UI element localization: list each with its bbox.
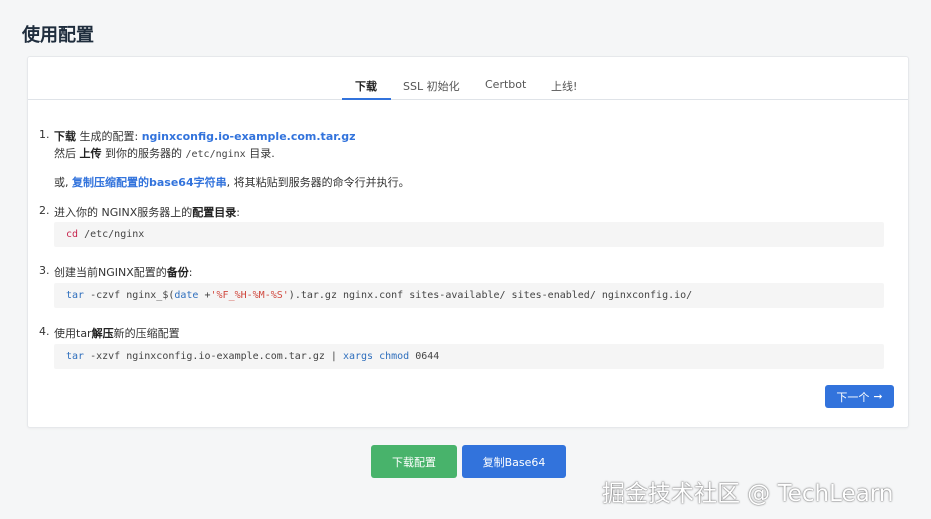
- step-3-number: 3.: [39, 264, 50, 277]
- tab-download[interactable]: 下载: [355, 78, 377, 94]
- step-1-number: 1.: [39, 128, 50, 141]
- active-tab-indicator: [342, 98, 391, 100]
- download-config-button[interactable]: 下载配置: [371, 445, 457, 478]
- step-4-text: 使用tar解压新的压缩配置: [54, 325, 180, 341]
- step-1-text-a: 生成的配置:: [76, 130, 142, 143]
- code-cmd-tar: tar: [66, 290, 85, 301]
- copy-base64-button[interactable]: 复制Base64: [462, 445, 566, 478]
- step-1-line-2: 然后 上传 到你的服务器的 /etc/nginx 目录.: [54, 145, 275, 161]
- backup-bold: 备份: [166, 266, 189, 279]
- code-chmod: chmod: [379, 351, 410, 362]
- code-backup-a: -czvf nginx_$(: [84, 290, 175, 301]
- download-config-label: 下载配置: [392, 455, 436, 469]
- step-4-label-a: 使用tar: [54, 327, 92, 340]
- copy-base64-label: 复制Base64: [482, 455, 546, 469]
- step-4-label-b: 新的压缩配置: [113, 327, 180, 340]
- tab-certbot[interactable]: Certbot: [485, 78, 526, 91]
- step-1-text-c: 目录.: [245, 147, 275, 160]
- next-button-label: 下一个: [836, 390, 870, 404]
- step-1-text-d: , 将其粘贴到服务器的命令行并执行。: [226, 176, 410, 189]
- upload-bold: 上传: [79, 147, 102, 160]
- code-backup-c: ).tar.gz nginx.conf sites-available/ sit…: [288, 290, 693, 301]
- tab-bar: 下载 SSL 初始化 Certbot 上线!: [28, 57, 908, 100]
- code-cmd-cd: cd: [66, 229, 79, 240]
- code-block-cd[interactable]: cd /etc/nginx: [54, 222, 884, 247]
- nginx-path: /etc/nginx: [185, 149, 246, 160]
- code-cd-rest: /etc/nginx: [78, 229, 145, 240]
- code-backup-b: +: [198, 290, 211, 301]
- extract-bold: 解压: [91, 327, 114, 340]
- arrow-right-icon: ➞: [873, 390, 883, 403]
- step-1-text-b: 到你的服务器的: [101, 147, 186, 160]
- config-card: 下载 SSL 初始化 Certbot 上线! 1. 下载 生成的配置: ngin…: [27, 56, 909, 428]
- tab-ssl-init[interactable]: SSL 初始化: [403, 78, 460, 94]
- code-cmd-tar-extract: tar: [66, 351, 85, 362]
- code-date-format: '%F_%H-%M-%S': [210, 290, 289, 301]
- watermark: 掘金技术社区 @ TechLearn: [602, 481, 894, 507]
- step-3-text: 创建当前NGINX配置的备份:: [54, 264, 192, 280]
- step-3-label: 创建当前NGINX配置的: [54, 266, 167, 279]
- step-2-label: 进入你的 NGINX服务器上的: [54, 206, 193, 219]
- step-2-number: 2.: [39, 204, 50, 217]
- code-xargs: xargs: [342, 351, 374, 362]
- step-2-text: 进入你的 NGINX服务器上的配置目录:: [54, 204, 240, 220]
- step-1-or: 或,: [54, 176, 72, 189]
- next-button[interactable]: 下一个 ➞: [825, 385, 894, 408]
- download-bold: 下载: [54, 130, 76, 143]
- step-3-colon: :: [188, 266, 193, 279]
- copy-base64-link[interactable]: 复制压缩配置的base64字符串: [72, 176, 227, 189]
- code-block-extract[interactable]: tar -xzvf nginxconfig.io-example.com.tar…: [54, 344, 884, 369]
- step-2-colon: :: [236, 206, 240, 219]
- config-file-link[interactable]: nginxconfig.io-example.com.tar.gz: [142, 130, 356, 143]
- tab-go-live[interactable]: 上线!: [551, 78, 577, 94]
- page-title: 使用配置: [22, 25, 94, 46]
- step-1-line-3: 或, 复制压缩配置的base64字符串, 将其粘贴到服务器的命令行并执行。: [54, 174, 410, 190]
- step-1-line-1: 下载 生成的配置: nginxconfig.io-example.com.tar…: [54, 128, 356, 144]
- code-extract-a: -xzvf nginxconfig.io-example.com.tar.gz …: [84, 351, 343, 362]
- code-block-backup[interactable]: tar -czvf nginx_$(date +'%F_%H-%M-%S').t…: [54, 283, 884, 308]
- step-1-then: 然后: [54, 147, 80, 160]
- step-4-number: 4.: [39, 325, 50, 338]
- code-extract-c: 0644: [409, 351, 440, 362]
- config-dir-bold: 配置目录: [192, 206, 237, 219]
- code-date: date: [174, 290, 199, 301]
